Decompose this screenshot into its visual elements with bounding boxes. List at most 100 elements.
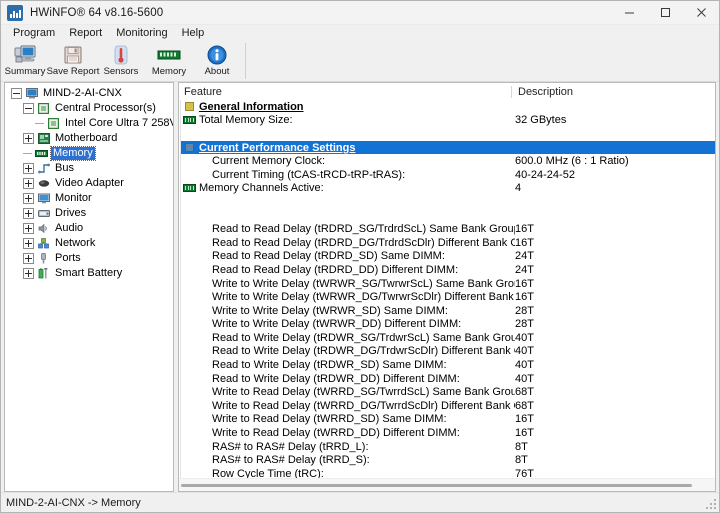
menu-item-monitoring[interactable]: Monitoring [109,26,174,41]
detail-section-header[interactable]: Current Performance Settings [181,140,715,155]
menu-item-report[interactable]: Report [62,26,109,41]
window-controls [611,1,719,24]
detail-row[interactable]: Read to Write Delay (tRDWR_SG/TrdwrScL) … [181,331,715,345]
detail-spacer-row [181,127,715,141]
expand-plus-icon[interactable] [23,268,34,279]
app-bar-chart-icon [7,4,23,21]
detail-description-value: 16T [515,427,534,440]
tree-item-network[interactable]: Network [5,236,173,251]
detail-row[interactable]: Write to Write Delay (tWRWR_DD) Differen… [181,318,715,332]
detail-description-value: 600.0 MHz (6 : 1 Ratio) [515,155,629,168]
expand-plus-icon[interactable] [23,238,34,249]
expand-plus-icon[interactable] [23,163,34,174]
tree-item-label: Monitor [55,192,92,204]
expand-plus-icon[interactable] [23,253,34,264]
tree-leaf-connector[interactable] [35,119,44,128]
collapse-minus-icon[interactable] [11,88,22,99]
tree-item-label: Network [55,237,96,249]
detail-row[interactable]: Total Memory Size: 32 GBytes [181,114,715,128]
detail-description-value: 4 [515,182,522,195]
tree-item-central-processor-s[interactable]: Central Processor(s) [5,101,173,116]
detail-row[interactable]: Memory Channels Active: 4 [181,182,715,196]
tree-item-memory[interactable]: Memory [5,146,173,161]
row-bullet-empty [183,346,196,357]
detail-row[interactable]: Read to Read Delay (tRDRD_SG/TrdrdScL) S… [181,222,715,236]
row-bullet-empty [183,387,196,398]
column-header-description[interactable]: Description [511,85,715,98]
maximize-button[interactable] [647,1,683,24]
detail-row[interactable]: Write to Read Delay (tWRRD_SG/TwrrdScL) … [181,385,715,399]
detail-row[interactable]: Write to Write Delay (tWRWR_SG/TwrwrScL)… [181,277,715,291]
tree-item-audio[interactable]: Audio [5,221,173,236]
cpu-icon [37,103,50,115]
row-bullet-empty [183,169,196,180]
bus-icon [37,163,50,175]
expand-plus-icon[interactable] [23,223,34,234]
detail-horizontal-scrollbar[interactable] [179,478,715,491]
speaker-icon [37,223,50,235]
menu-item-help[interactable]: Help [175,26,212,41]
tree-item-drives[interactable]: Drives [5,206,173,221]
tree-item-label: Smart Battery [55,267,123,279]
minimize-button[interactable] [611,1,647,24]
expand-plus-icon[interactable] [23,193,34,204]
detail-feature-label: Memory Channels Active: [199,182,324,195]
detail-row[interactable]: Write to Write Delay (tWRWR_DG/TwrwrScDl… [181,290,715,304]
tree-item-label: Ports [55,252,81,264]
detail-row[interactable]: Current Timing (tCAS-tRCD-tRP-tRAS): 40-2… [181,168,715,182]
detail-row[interactable]: Current Memory Clock: 600.0 MHz (6 : 1 Ra… [181,154,715,168]
toolbar-button-about[interactable]: About [193,42,241,80]
detail-feature-label: Current Performance Settings [199,141,356,154]
toolbar-button-sensors[interactable]: Sensors [97,42,145,80]
detail-row[interactable]: Read to Write Delay (tRDWR_DG/TrdwrScDlr… [181,345,715,359]
device-tree[interactable]: MIND-2-AI-CNX Central Processor(s) Intel C… [4,82,174,492]
tree-item-bus[interactable]: Bus [5,161,173,176]
detail-row[interactable]: Write to Read Delay (tWRRD_SD) Same DIMM… [181,413,715,427]
menu-item-program[interactable]: Program [6,26,62,41]
expand-plus-icon[interactable] [23,178,34,189]
toolbar-button-save-report[interactable]: Save Report [46,42,100,80]
tree-item-video-adapter[interactable]: Video Adapter [5,176,173,191]
toolbar-button-memory[interactable]: Memory [145,42,193,80]
detail-row[interactable]: Write to Read Delay (tWRRD_DD) Different… [181,426,715,440]
close-button[interactable] [683,1,719,24]
detail-feature-label: Read to Read Delay (tRDRD_DG/TrdrdScDlr)… [212,236,515,249]
tree-item-intel-core-ultra-7-258v[interactable]: Intel Core Ultra 7 258V [5,116,173,131]
tree-item-smart-battery[interactable]: Smart Battery [5,266,173,281]
detail-row[interactable]: Read to Read Delay (tRDRD_DD) Different … [181,263,715,277]
detail-row[interactable]: Read to Write Delay (tRDWR_DD) Different… [181,372,715,386]
section-steel-square-icon [183,142,196,153]
toolbar-button-summary[interactable]: Summary [1,42,49,80]
collapse-minus-icon[interactable] [23,103,34,114]
scrollbar-thumb[interactable] [181,483,692,487]
detail-feature-label: Current Memory Clock: [212,155,326,168]
expand-plus-icon[interactable] [23,133,34,144]
detail-row[interactable]: Read to Read Delay (tRDRD_SD) Same DIMM:… [181,250,715,264]
detail-row[interactable]: RAS# to RAS# Delay (tRRD_S): 8T [181,453,715,467]
detail-row[interactable]: Write to Read Delay (tWRRD_DG/TwrrdScDlr… [181,399,715,413]
tree-item-ports[interactable]: Ports [5,251,173,266]
row-bullet-empty [183,360,196,371]
resize-grip[interactable] [706,499,716,509]
tree-item-monitor[interactable]: Monitor [5,191,173,206]
detail-feature-label: Write to Read Delay (tWRRD_DG/TwrrdScDlr… [212,399,515,412]
detail-description-value: 16T [515,291,534,304]
tree-leaf-connector[interactable] [23,149,32,158]
detail-row[interactable]: Read to Read Delay (tRDRD_DG/TrdrdScDlr)… [181,236,715,250]
row-bullet-empty [183,455,196,466]
toolbar-label-save-report: Save Report [46,66,100,77]
detail-row[interactable]: RAS# to RAS# Delay (tRRD_L): 8T [181,440,715,454]
tree-item-motherboard[interactable]: Motherboard [5,131,173,146]
monitor-icon [37,193,50,205]
detail-description-value: 68T [515,386,534,399]
detail-row[interactable]: Row Cycle Time (tRC): 76T [181,467,715,478]
detail-section-header[interactable]: General Information [181,100,715,114]
tree-item-mind-2-ai-cnx[interactable]: MIND-2-AI-CNX [5,86,173,101]
expand-plus-icon[interactable] [23,208,34,219]
detail-row[interactable]: Read to Write Delay (tRDWR_SD) Same DIMM… [181,358,715,372]
row-bullet-empty [183,400,196,411]
detail-row[interactable]: Write to Write Delay (tWRWR_SD) Same DIM… [181,304,715,318]
window-title: HWiNFO® 64 v8.16-5600 [30,6,164,19]
column-header-feature[interactable]: Feature [179,86,511,98]
hwinfo-window: HWiNFO® 64 v8.16-5600 Program Report Monit… [0,0,720,513]
